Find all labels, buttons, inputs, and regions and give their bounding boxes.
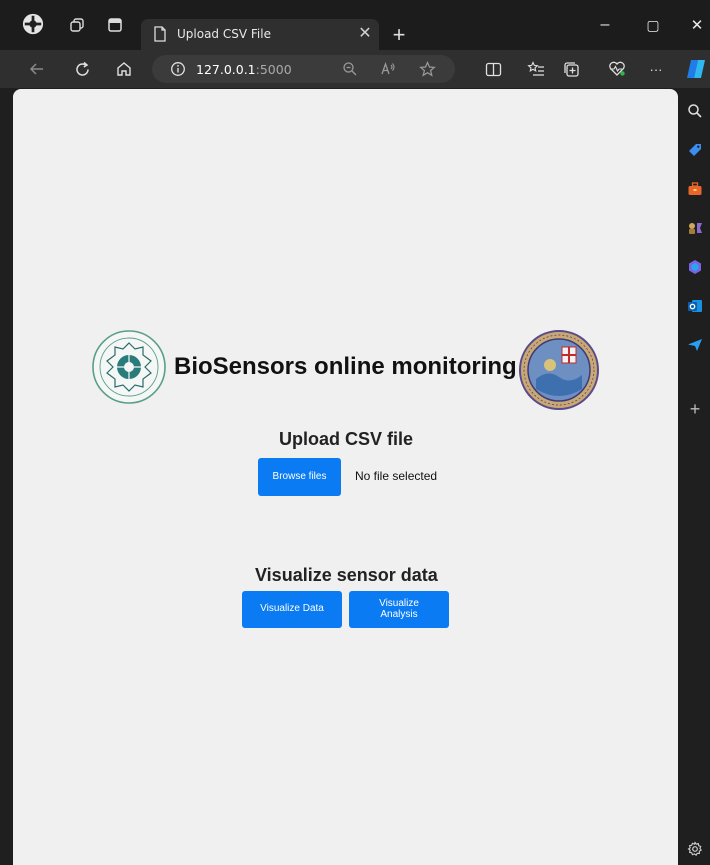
tools-icon[interactable] [686,180,704,198]
read-aloud-icon[interactable] [380,61,396,82]
upload-heading: Upload CSV file [279,429,414,449]
games-icon[interactable] [686,219,704,237]
url-port: :5000 [255,62,292,77]
outlook-icon[interactable] [686,297,704,315]
page-title: BioSensors online monitoring [174,353,517,380]
copilot-icon[interactable] [684,57,708,81]
tab-actions-icon[interactable] [104,14,126,36]
zoom-out-icon[interactable] [342,61,358,82]
favorite-star-icon[interactable] [419,61,436,82]
politecnico-logo [91,329,167,405]
close-window-icon[interactable]: ✕ [682,12,710,38]
visualize-heading: Visualize sensor data [255,565,438,585]
add-icon[interactable]: + [686,399,704,419]
back-arrow-icon[interactable] [26,58,48,80]
file-status-text: No file selected [355,469,438,483]
url-host: 127.0.0.1 [196,62,256,77]
page-viewport: BioSensors online monitoring Upload CSV … [13,89,678,865]
search-icon[interactable] [686,102,704,120]
copilot-app-icon[interactable] [686,258,704,276]
workspaces-icon[interactable] [66,14,88,36]
send-icon[interactable] [686,336,704,354]
visualize-data-button[interactable]: Visualize Data [242,591,342,628]
university-seal-logo [518,329,600,411]
page-header: BioSensors online monitoring [90,329,604,410]
browser-sidebar: + [680,88,710,865]
active-tab[interactable]: Upload CSV File ✕ [141,19,379,50]
settings-gear-icon[interactable] [686,840,704,858]
tab-close-icon[interactable]: ✕ [355,23,375,45]
minimize-icon[interactable]: – [590,12,620,38]
new-tab-icon[interactable]: + [388,22,410,47]
browser-essentials-icon[interactable] [606,58,628,80]
refresh-icon[interactable] [71,58,93,80]
address-bar[interactable]: 127.0.0.1:5000 [152,55,455,83]
visualize-analysis-button[interactable]: Visualize Analysis [349,591,449,628]
profile-avatar-icon[interactable] [22,13,44,35]
url-text: 127.0.0.1:5000 [196,62,292,77]
tab-title: Upload CSV File [177,27,271,41]
home-icon[interactable] [113,58,135,80]
more-icon[interactable]: ··· [645,58,667,80]
browse-files-button[interactable]: Browse files [258,458,341,496]
info-icon[interactable] [170,61,186,82]
shopping-tag-icon[interactable] [686,141,704,159]
favorites-list-icon[interactable] [525,58,547,80]
split-screen-icon[interactable] [482,58,504,80]
browser-toolbar: 127.0.0.1:5000 ··· [0,50,710,88]
browser-tab-bar: Upload CSV File ✕ + – ▢ ✕ [0,0,710,50]
collections-icon[interactable] [560,58,582,80]
maximize-icon[interactable]: ▢ [638,12,668,38]
page-document-icon [153,26,167,47]
